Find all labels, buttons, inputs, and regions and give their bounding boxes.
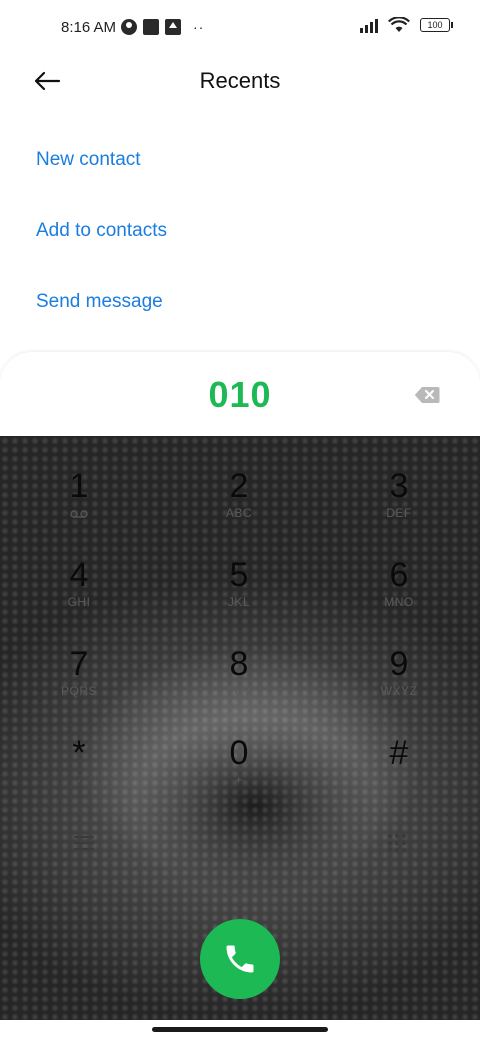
- header: Recents: [0, 56, 480, 108]
- status-bar: 8:16 AM ·· 100: [0, 0, 480, 56]
- voicemail-icon: [70, 510, 88, 518]
- key-8[interactable]: 8 TUV: [179, 644, 299, 714]
- phone-icon: [226, 945, 254, 973]
- dialed-number: 010: [208, 374, 272, 415]
- key-digit: *: [72, 734, 86, 772]
- backspace-icon: [414, 387, 440, 403]
- key-letters: JKL: [227, 595, 251, 609]
- key-digit: 1: [69, 467, 89, 505]
- call-button[interactable]: [200, 919, 280, 999]
- key-star[interactable]: * ·: [19, 733, 139, 803]
- key-0[interactable]: 0 +: [179, 733, 299, 803]
- battery-icon: 100: [420, 18, 453, 32]
- send-message-link[interactable]: Send message: [36, 291, 163, 313]
- battery-level: 100: [427, 20, 443, 30]
- wifi-icon: [388, 17, 410, 32]
- backspace-button[interactable]: [414, 386, 440, 404]
- upload-icon: [165, 19, 181, 35]
- key-7[interactable]: 7 PQRS: [19, 644, 139, 714]
- key-digit: 8: [229, 645, 249, 683]
- menu-icon: [74, 836, 94, 850]
- key-letters: +: [235, 773, 243, 787]
- key-1[interactable]: 1: [19, 466, 139, 536]
- key-letters: PQRS: [60, 684, 97, 698]
- new-contact-link[interactable]: New contact: [36, 149, 141, 171]
- page-title: Recents: [199, 68, 281, 93]
- key-digit: 6: [389, 556, 409, 594]
- key-digit: 9: [389, 645, 409, 683]
- key-letters: TUV: [226, 684, 252, 698]
- dialpad-icon: [388, 834, 406, 852]
- key-digit: 2: [229, 467, 249, 505]
- key-6[interactable]: 6 MNO: [339, 555, 459, 625]
- key-9[interactable]: 9 WXYZ: [339, 644, 459, 714]
- notification-circle-icon: [121, 19, 137, 35]
- dialpad-toggle-button[interactable]: [386, 832, 408, 854]
- home-indicator[interactable]: [152, 1027, 328, 1032]
- add-to-contacts-link[interactable]: Add to contacts: [36, 220, 167, 242]
- key-letters: MNO: [384, 595, 414, 609]
- menu-button[interactable]: [72, 834, 96, 852]
- key-hash[interactable]: #: [339, 733, 459, 803]
- key-letters: WXYZ: [380, 684, 418, 698]
- key-letters: GHI: [67, 595, 91, 609]
- key-letters: ABC: [225, 506, 253, 520]
- key-digit: 5: [229, 556, 249, 594]
- status-time: 8:16 AM: [61, 19, 117, 36]
- key-5[interactable]: 5 JKL: [179, 555, 299, 625]
- key-digit: 3: [389, 467, 409, 505]
- dialpad: 1 2 ABC 3 DEF 4 GHI 5 JKL 6 MNO 7 PQRS 8…: [0, 436, 480, 1020]
- key-digit: 4: [69, 556, 89, 594]
- key-digit: #: [389, 734, 409, 772]
- key-2[interactable]: 2 ABC: [179, 466, 299, 536]
- status-system-icons: 100: [360, 17, 453, 33]
- key-letters: ·: [76, 773, 82, 787]
- key-digit: 0: [229, 734, 249, 772]
- key-letters: DEF: [386, 506, 412, 520]
- notification-square-icon: [143, 19, 159, 35]
- dialed-number-panel: 010: [0, 352, 480, 436]
- key-4[interactable]: 4 GHI: [19, 555, 139, 625]
- key-3[interactable]: 3 DEF: [339, 466, 459, 536]
- signal-icon: [360, 17, 378, 33]
- status-notification-icons: ··: [121, 19, 204, 35]
- key-digit: 7: [69, 645, 89, 683]
- more-notifications-indicator: ··: [193, 19, 205, 35]
